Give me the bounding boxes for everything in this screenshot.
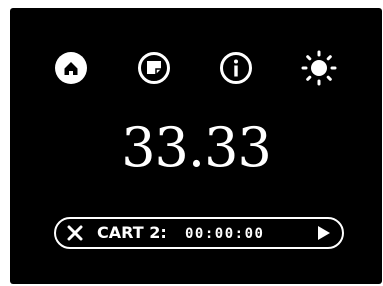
cart-label: CART 2: (97, 223, 167, 242)
value-readout: 33.33 (121, 116, 272, 179)
cart-timer-bar: CART 2: 00:00:00 (54, 217, 344, 249)
home-icon[interactable] (54, 51, 88, 85)
close-icon[interactable] (67, 225, 83, 241)
brightness-icon[interactable] (300, 49, 338, 87)
info-icon[interactable] (219, 51, 253, 85)
play-icon[interactable] (316, 225, 332, 241)
timer-value: 00:00:00 (185, 226, 265, 242)
note-icon[interactable] (137, 51, 171, 85)
device-screen: 33.33 CART 2: 00:00:00 (10, 8, 382, 284)
